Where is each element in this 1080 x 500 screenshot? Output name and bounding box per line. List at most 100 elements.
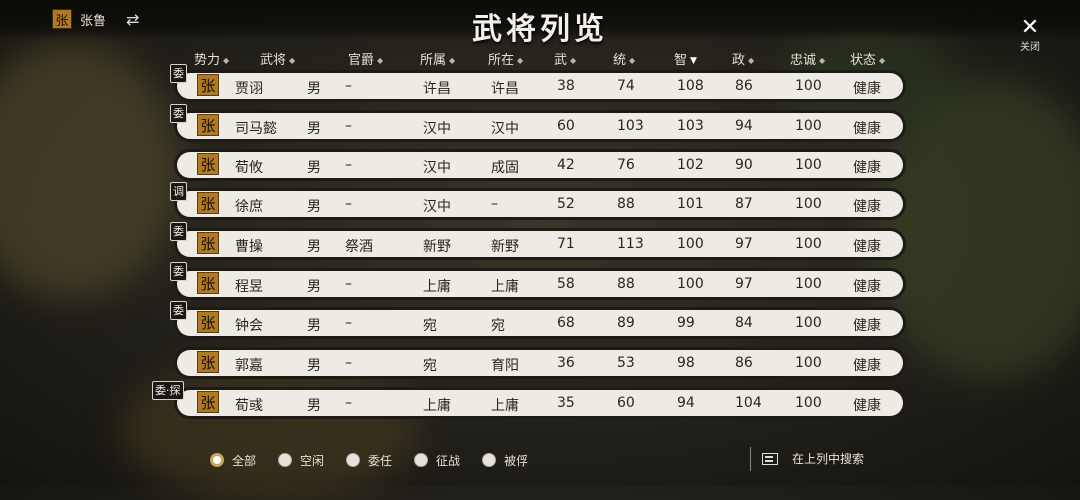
cell-zheng: 86	[735, 355, 753, 371]
cell-zhi: 98	[677, 355, 695, 371]
cell-loyalty: 100	[795, 196, 822, 212]
cell-at: 上庸	[491, 398, 519, 414]
cell-belong: 上庸	[423, 398, 451, 414]
cell-wu: 35	[557, 395, 575, 411]
row-card: 张贾诩 男 – 许昌 许昌 38 74 108 86 100 健康	[177, 73, 903, 99]
search-label: 在上列中搜索	[792, 452, 865, 466]
cell-rank: –	[345, 315, 352, 331]
cell-gender: 男	[307, 239, 321, 255]
row-card: 张荀彧 男 – 上庸 上庸 35 60 94 104 100 健康	[177, 390, 903, 416]
cell-zhi: 94	[677, 395, 695, 411]
filter-label: 全部	[232, 453, 257, 468]
cell-zheng: 90	[735, 157, 753, 173]
cell-name: 钟会	[235, 318, 263, 334]
table-row[interactable]: 委·探张荀彧 男 – 上庸 上庸 35 60 94 104 100 健康	[152, 381, 906, 419]
table-row[interactable]: 委张司马懿 男 – 汉中 汉中 60 103 103 94 100 健康	[170, 104, 906, 142]
table-row[interactable]: 委张曹操 男 祭酒 新野 新野 71 113 100 97 100 健康	[170, 222, 906, 260]
row-card: 张徐庶 男 – 汉中 – 52 88 101 87 100 健康	[177, 191, 903, 217]
cell-zhi: 101	[677, 196, 704, 212]
cell-at: –	[491, 196, 498, 212]
radio-icon[interactable]	[414, 453, 429, 467]
faction-badge: 张	[197, 114, 219, 136]
cell-at: 上庸	[491, 279, 519, 295]
cell-loyalty: 100	[795, 78, 822, 94]
cell-at: 成固	[491, 160, 519, 176]
cell-state: 健康	[853, 239, 881, 255]
cell-loyalty: 100	[795, 315, 822, 331]
filter-option[interactable]: 空闲	[278, 452, 324, 469]
cell-zheng: 87	[735, 196, 753, 212]
filter-option[interactable]: 被俘	[482, 452, 528, 469]
cell-tong: 88	[617, 196, 635, 212]
cell-wu: 36	[557, 355, 575, 371]
cell-name: 司马懿	[235, 121, 277, 137]
cell-zhi: 99	[677, 315, 695, 331]
table-row[interactable]: 委张钟会 男 – 宛 宛 68 89 99 84 100 健康	[170, 301, 906, 339]
cell-rank: –	[345, 196, 352, 212]
faction-badge: 张	[197, 232, 219, 254]
cell-rank: –	[345, 78, 352, 94]
faction-badge: 张	[197, 74, 219, 96]
cell-zhi: 103	[677, 118, 704, 134]
filter-label: 空闲	[300, 453, 325, 468]
radio-icon[interactable]	[482, 453, 497, 467]
radio-icon[interactable]	[210, 453, 224, 467]
table-row[interactable]: 张荀攸 男 – 汉中 成固 42 76 102 90 100 健康	[174, 149, 906, 181]
search-button[interactable]: 在上列中搜索	[762, 450, 864, 467]
cell-name: 贾诩	[235, 81, 263, 97]
cell-gender: 男	[307, 318, 321, 334]
table-row[interactable]: 调张徐庶 男 – 汉中 – 52 88 101 87 100 健康	[170, 182, 906, 220]
cell-at: 许昌	[491, 81, 519, 97]
cell-zhi: 102	[677, 157, 704, 173]
cell-belong: 许昌	[423, 81, 451, 97]
cell-gender: 男	[307, 279, 321, 295]
table-row[interactable]: 委张程昱 男 – 上庸 上庸 58 88 100 97 100 健康	[170, 262, 906, 300]
cell-name: 徐庶	[235, 199, 263, 215]
cell-state: 健康	[853, 279, 881, 295]
cell-loyalty: 100	[795, 236, 822, 252]
faction-badge: 张	[197, 351, 219, 373]
filter-option[interactable]: 全部	[210, 452, 256, 469]
cell-tong: 60	[617, 395, 635, 411]
radio-icon[interactable]	[278, 453, 293, 467]
cell-tong: 103	[617, 118, 644, 134]
cell-tong: 113	[617, 236, 644, 252]
status-badge: 委	[170, 104, 187, 123]
cell-zhi: 100	[677, 236, 704, 252]
radio-icon[interactable]	[346, 453, 361, 467]
faction-badge: 张	[197, 391, 219, 413]
cell-name: 荀攸	[235, 160, 263, 176]
cell-tong: 74	[617, 78, 635, 94]
row-card: 张郭嘉 男 – 宛 育阳 36 53 98 86 100 健康	[177, 350, 903, 376]
cell-loyalty: 100	[795, 118, 822, 134]
cell-state: 健康	[853, 199, 881, 215]
cell-state: 健康	[853, 398, 881, 414]
cell-rank: –	[345, 395, 352, 411]
cell-rank: 祭酒	[345, 239, 373, 255]
row-card: 张程昱 男 – 上庸 上庸 58 88 100 97 100 健康	[177, 271, 903, 297]
cell-rank: –	[345, 118, 352, 134]
filter-label: 征战	[436, 453, 461, 468]
table-row[interactable]: 张郭嘉 男 – 宛 育阳 36 53 98 86 100 健康	[174, 347, 906, 379]
divider	[750, 447, 751, 471]
filter-label: 委任	[368, 453, 393, 468]
cell-rank: –	[345, 157, 352, 173]
cell-tong: 89	[617, 315, 635, 331]
cell-gender: 男	[307, 199, 321, 215]
cell-gender: 男	[307, 358, 321, 374]
cell-belong: 汉中	[423, 160, 451, 176]
filter-option[interactable]: 委任	[346, 452, 392, 469]
cell-wu: 71	[557, 236, 575, 252]
keyboard-icon	[762, 452, 778, 465]
cell-zheng: 97	[735, 236, 753, 252]
cell-loyalty: 100	[795, 355, 822, 371]
faction-badge: 张	[197, 311, 219, 333]
cell-name: 郭嘉	[235, 358, 263, 374]
table-row[interactable]: 委张贾诩 男 – 许昌 许昌 38 74 108 86 100 健康	[170, 64, 906, 102]
cell-rank: –	[345, 276, 352, 292]
cell-wu: 42	[557, 157, 575, 173]
cell-state: 健康	[853, 121, 881, 137]
cell-loyalty: 100	[795, 276, 822, 292]
cell-wu: 38	[557, 78, 575, 94]
filter-option[interactable]: 征战	[414, 452, 460, 469]
